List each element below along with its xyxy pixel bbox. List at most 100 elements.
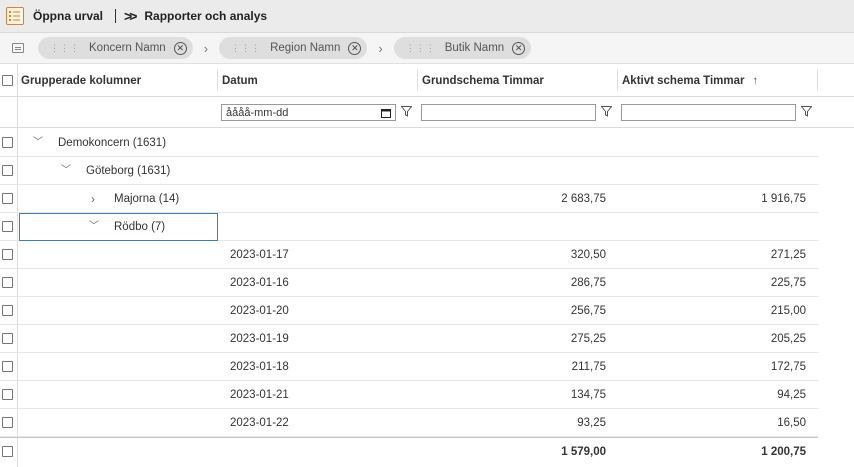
basic-hours-value: 320,50 — [570, 249, 606, 261]
table-row[interactable]: 2023-01-21 134,75 94,25 — [0, 381, 818, 409]
grid-header: Grupperade kolumner Datum Grundschema Ti… — [0, 64, 854, 97]
active-hours-value: 225,75 — [770, 277, 806, 289]
chevron-down-icon[interactable]: ﹀ — [89, 213, 99, 241]
table-row[interactable]: 2023-01-19 275,25 205,25 — [0, 325, 818, 353]
table-row[interactable]: 2023-01-18 211,75 172,75 — [0, 353, 818, 381]
table-row[interactable]: 2023-01-20 256,75 215,00 — [0, 297, 818, 325]
active-hours-total: 1 200,75 — [761, 446, 806, 458]
basic-hours-value: 275,25 — [570, 333, 606, 345]
sort-ascending-icon: ↑ — [752, 74, 759, 87]
filter-funnel-icon[interactable] — [401, 106, 412, 117]
row-checkbox[interactable] — [2, 446, 13, 457]
chip-label: Koncern Namn — [89, 42, 166, 54]
chevron-right-icon[interactable]: › — [91, 185, 95, 213]
group-label: Rödbo (7) — [114, 221, 166, 233]
basic-hours-value: 256,75 — [570, 305, 606, 317]
column-divider — [617, 70, 618, 90]
grouping-bar: ⋮⋮⋮ Koncern Namn ✕ › ⋮⋮⋮ Region Namn ✕ ›… — [0, 33, 854, 64]
row-checkbox[interactable] — [2, 389, 13, 400]
active-hours-value: 1 916,75 — [761, 193, 806, 205]
basic-hours-total: 1 579,00 — [561, 446, 606, 458]
row-checkbox[interactable] — [2, 221, 13, 232]
date-value: 2023-01-22 — [230, 417, 289, 429]
filter-funnel-icon[interactable] — [601, 106, 612, 117]
group-chip-butik[interactable]: ⋮⋮⋮ Butik Namn ✕ — [393, 37, 532, 59]
drag-handle-icon[interactable]: ⋮⋮⋮ — [50, 43, 80, 54]
open-selection-label: Öppna urval — [33, 9, 104, 23]
column-header-group[interactable]: Grupperade kolumner — [21, 64, 141, 97]
chevron-right-icon: › — [378, 40, 383, 56]
filter-row: åååå-mm-dd — [0, 97, 854, 128]
column-header-date[interactable]: Datum — [222, 64, 258, 97]
filter-funnel-icon[interactable] — [801, 106, 812, 117]
group-label: Göteborg (1631) — [86, 165, 171, 177]
active-hours-value: 205,25 — [770, 333, 806, 345]
column-divider — [817, 70, 818, 90]
table-row[interactable]: 2023-01-22 93,25 16,50 — [0, 409, 818, 437]
row-checkbox[interactable] — [2, 305, 13, 316]
group-chip-koncern[interactable]: ⋮⋮⋮ Koncern Namn ✕ — [38, 37, 193, 59]
chip-label: Region Namn — [270, 42, 341, 54]
drag-handle-icon[interactable]: ⋮⋮⋮ — [406, 43, 436, 54]
remove-chip-icon[interactable]: ✕ — [512, 41, 526, 55]
active-hours-value: 215,00 — [770, 305, 806, 317]
group-panel-icon — [12, 43, 24, 53]
column-header-active[interactable]: Aktivt schema Timmar ↑ — [622, 64, 758, 97]
select-all-checkbox[interactable] — [2, 75, 13, 86]
group-row-level1[interactable]: ﹀ Demokoncern (1631) — [0, 129, 818, 157]
chip-label: Butik Namn — [444, 42, 505, 54]
date-value: 2023-01-16 — [230, 277, 289, 289]
double-chevron-right-icon: >> — [124, 8, 137, 24]
column-divider — [17, 64, 18, 128]
open-selection-button[interactable]: Öppna urval — [0, 0, 111, 33]
table-row[interactable]: 2023-01-17 320,50 271,25 — [0, 241, 818, 269]
row-checkbox[interactable] — [2, 249, 13, 260]
row-checkbox[interactable] — [2, 277, 13, 288]
basic-hours-value: 211,75 — [571, 361, 606, 373]
list-icon — [6, 7, 24, 25]
breadcrumb[interactable]: Rapporter och analys — [144, 9, 267, 23]
remove-chip-icon[interactable]: ✕ — [348, 41, 362, 55]
row-checkbox[interactable] — [2, 193, 13, 204]
row-checkbox[interactable] — [2, 361, 13, 372]
column-header-basic[interactable]: Grundschema Timmar — [422, 64, 544, 97]
row-checkbox[interactable] — [2, 137, 13, 148]
active-hours-value: 271,25 — [770, 249, 806, 261]
row-checkbox[interactable] — [2, 417, 13, 428]
toolbar-separator — [115, 9, 117, 23]
date-value: 2023-01-18 — [230, 361, 289, 373]
group-label: Majorna (14) — [114, 193, 180, 205]
date-value: 2023-01-17 — [230, 249, 289, 261]
basic-hours-value: 93,25 — [577, 417, 606, 429]
calendar-icon[interactable] — [381, 108, 391, 118]
group-label: Demokoncern (1631) — [58, 137, 167, 149]
column-divider — [217, 70, 218, 90]
date-filter-input[interactable]: åååå-mm-dd — [221, 104, 396, 121]
group-row-majorna[interactable]: › Majorna (14) 2 683,75 1 916,75 — [0, 185, 818, 213]
group-chip-region[interactable]: ⋮⋮⋮ Region Namn ✕ — [219, 37, 368, 59]
group-row-rodbo[interactable]: ﹀ Rödbo (7) — [0, 213, 818, 241]
basic-hours-value: 134,75 — [570, 389, 606, 401]
basic-hours-value: 2 683,75 — [561, 193, 606, 205]
active-filter-input[interactable] — [621, 104, 796, 121]
totals-row[interactable]: 1 579,00 1 200,75 — [0, 437, 818, 465]
chevron-down-icon[interactable]: ﹀ — [61, 157, 71, 185]
active-hours-value: 16,50 — [777, 417, 806, 429]
date-value: 2023-01-21 — [230, 389, 289, 401]
top-toolbar: Öppna urval >> Rapporter och analys — [0, 0, 854, 33]
row-checkbox[interactable] — [2, 333, 13, 344]
basic-filter-input[interactable] — [421, 104, 596, 121]
group-row-level2[interactable]: ﹀ Göteborg (1631) — [0, 157, 818, 185]
column-divider — [417, 70, 418, 90]
date-value: 2023-01-19 — [230, 333, 289, 345]
remove-chip-icon[interactable]: ✕ — [173, 41, 187, 55]
chevron-right-icon: › — [203, 40, 209, 56]
drag-handle-icon[interactable]: ⋮⋮⋮ — [231, 43, 261, 54]
chevron-down-icon[interactable]: ﹀ — [33, 129, 43, 157]
date-filter-placeholder: åååå-mm-dd — [226, 106, 289, 119]
table-row[interactable]: 2023-01-16 286,75 225,75 — [0, 269, 818, 297]
row-checkbox[interactable] — [2, 165, 13, 176]
date-value: 2023-01-20 — [230, 305, 289, 317]
basic-hours-value: 286,75 — [570, 277, 606, 289]
active-hours-value: 94,25 — [777, 389, 806, 401]
